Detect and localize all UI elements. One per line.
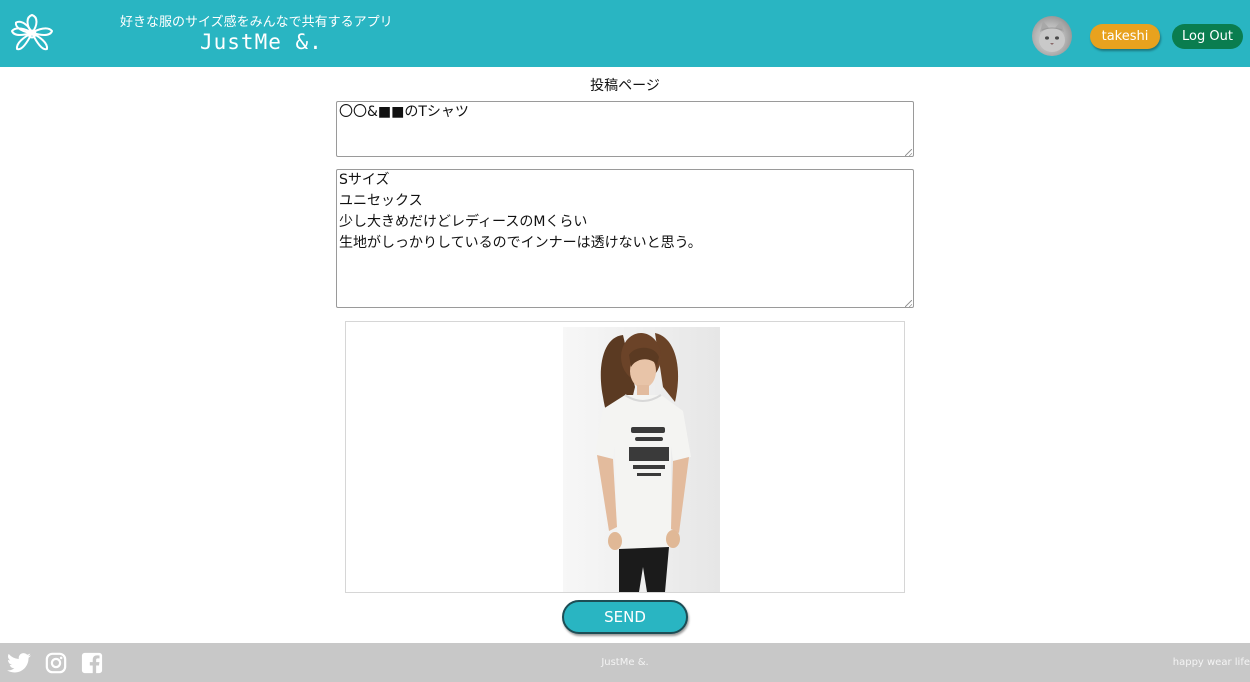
send-button[interactable]: SEND xyxy=(562,600,688,634)
footer-brand: JustMe &. xyxy=(601,657,649,668)
tshirt-photo xyxy=(563,327,720,592)
description-input[interactable]: Sサイズ ユニセックス 少し大きめだけどレディースのMくらい 生地がしっかりして… xyxy=(336,169,914,308)
flower-icon[interactable] xyxy=(6,13,58,57)
resize-handle[interactable] xyxy=(905,149,912,156)
footer-slogan: happy wear life xyxy=(1172,657,1250,668)
avatar[interactable] xyxy=(1032,16,1072,56)
app-brand[interactable]: JustMe &. xyxy=(200,30,323,54)
app-footer: JustMe &. happy wear life xyxy=(0,643,1250,682)
image-preview[interactable] xyxy=(345,321,905,593)
user-button[interactable]: takeshi xyxy=(1090,24,1160,49)
logout-button[interactable]: Log Out xyxy=(1172,24,1243,49)
title-input[interactable]: 〇〇&■■のTシャツ xyxy=(336,101,914,157)
app-tagline: 好きな服のサイズ感をみんなで共有するアプリ xyxy=(120,15,393,30)
resize-handle[interactable] xyxy=(905,300,912,307)
page-title: 投稿ページ xyxy=(590,78,660,94)
app-header: 好きな服のサイズ感をみんなで共有するアプリ JustMe &. takeshi … xyxy=(0,0,1250,67)
